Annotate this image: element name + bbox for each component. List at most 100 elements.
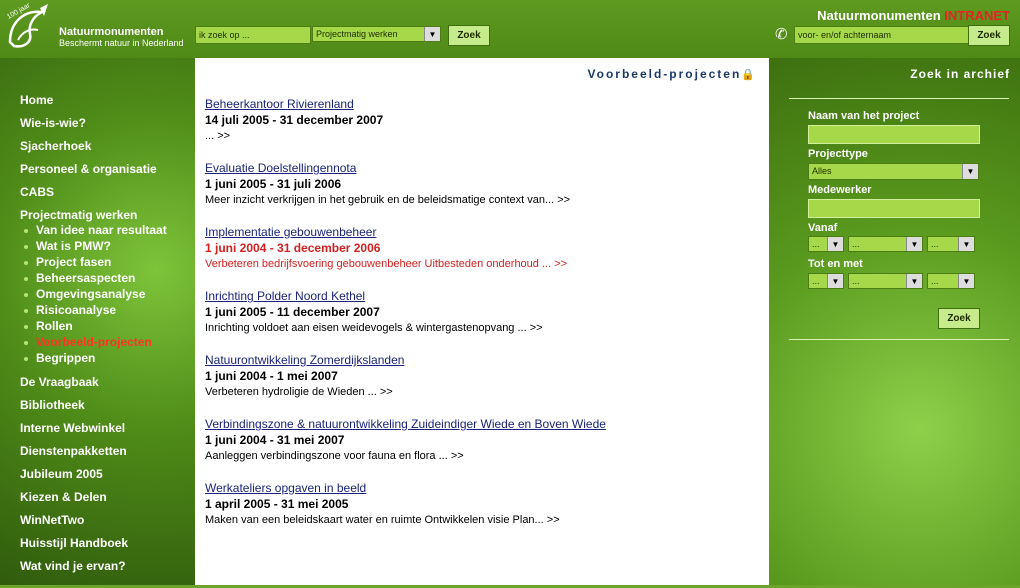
divider (789, 98, 1009, 99)
to-month-select[interactable]: ... ▼ (848, 273, 923, 289)
page-title-text: Voorbeeld-projecten (587, 67, 742, 81)
nav-home[interactable]: Home (20, 93, 53, 107)
search-scope-value: Projectmatig werken (316, 29, 398, 39)
select-value: ... (852, 276, 860, 286)
sub-nav-label: Van idee naar resultaat (36, 223, 167, 237)
project-desc[interactable]: Inrichting voldoet aan eisen weidevogels… (205, 322, 760, 334)
chevron-down-icon: ▼ (906, 274, 922, 288)
from-day-select[interactable]: ... ▼ (808, 236, 844, 252)
project-type-select[interactable]: Alles ▼ (808, 163, 979, 180)
project-link[interactable]: Beheerkantoor Rivierenland (205, 97, 760, 111)
project-desc[interactable]: Verbeteren hydroligie de Wieden ... >> (205, 386, 760, 398)
sub-nav-label: Beheersaspecten (36, 271, 136, 285)
sub-nav-van-idee[interactable]: Van idee naar resultaat (24, 223, 167, 237)
page-title: Voorbeeld-projecten🔒 (588, 67, 758, 81)
sub-nav-label: Voorbeeld-projecten (36, 335, 152, 349)
project-name-input[interactable] (808, 125, 980, 144)
sub-nav-omgevingsanalyse[interactable]: Omgevingsanalyse (24, 287, 145, 301)
divider (789, 339, 1009, 340)
to-label: Tot en met (808, 258, 863, 270)
lock-icon: 🔒 (741, 69, 757, 81)
nav-webwinkel[interactable]: Interne Webwinkel (20, 421, 125, 435)
main-content: Voorbeeld-projecten🔒 Beheerkantoor Rivie… (195, 58, 769, 588)
project-desc[interactable]: Maken van een beleidskaart water en ruim… (205, 514, 760, 526)
search-scope-select[interactable]: Projectmatig werken ▼ (312, 26, 441, 42)
chevron-down-icon: ▼ (958, 274, 974, 288)
project-link[interactable]: Implementatie gebouwenbeheer (205, 225, 760, 239)
project-link[interactable]: Inrichting Polder Noord Kethel (205, 289, 760, 303)
employee-input[interactable] (808, 199, 980, 218)
project-type-value: Alles (812, 166, 832, 176)
person-search-input[interactable] (794, 26, 970, 44)
project-link[interactable]: Werkateliers opgaven in beeld (205, 481, 760, 495)
sub-nav-project-fasen[interactable]: Project fasen (24, 255, 111, 269)
project-item: Werkateliers opgaven in beeld 1 april 20… (205, 481, 760, 526)
project-item: Verbindingszone & natuurontwikkeling Zui… (205, 417, 760, 462)
project-link[interactable]: Natuurontwikkeling Zomerdijkslanden (205, 353, 760, 367)
search-input[interactable] (195, 26, 311, 44)
employee-label: Medewerker (808, 184, 872, 196)
archive-search-button[interactable]: Zoek (938, 308, 980, 329)
project-dates: 1 juni 2005 - 11 december 2007 (205, 305, 380, 319)
search-button[interactable]: Zoek (448, 25, 490, 46)
sub-nav-voorbeeld-projecten[interactable]: Voorbeeld-projecten (24, 335, 152, 349)
logo-swirl-icon (8, 4, 48, 48)
project-link[interactable]: Evaluatie Doelstellingennota (205, 161, 760, 175)
sub-nav-rollen[interactable]: Rollen (24, 319, 73, 333)
chevron-down-icon: ▼ (958, 237, 974, 251)
nav-personeel[interactable]: Personeel & organisatie (20, 162, 157, 176)
nav-cabs[interactable]: CABS (20, 185, 54, 199)
brand-name: Natuurmonumenten (817, 8, 941, 23)
nav-feedback[interactable]: Wat vind je ervan? (20, 559, 126, 573)
project-desc[interactable]: Verbeteren bedrijfsvoering gebouwenbehee… (205, 258, 760, 270)
nav-sjacherhoek[interactable]: Sjacherhoek (20, 139, 91, 153)
project-dates: 1 juni 2004 - 31 mei 2007 (205, 433, 345, 447)
bullet-icon (24, 324, 28, 329)
select-value: ... (812, 239, 820, 249)
person-search-button[interactable]: Zoek (968, 25, 1010, 46)
from-label: Vanaf (808, 222, 838, 234)
project-dates: 1 april 2005 - 31 mei 2005 (205, 497, 349, 511)
project-desc[interactable]: Aanleggen verbindingszone voor fauna en … (205, 450, 760, 462)
phone-icon: ✆ (775, 26, 788, 43)
nav-bibliotheek[interactable]: Bibliotheek (20, 398, 85, 412)
nav-vraagbaak[interactable]: De Vraagbaak (20, 375, 99, 389)
nav-huisstijl[interactable]: Huisstijl Handboek (20, 536, 128, 550)
bullet-icon (24, 276, 28, 281)
nav-projectmatig-werken[interactable]: Projectmatig werken (20, 208, 137, 222)
project-item: Evaluatie Doelstellingennota 1 juni 2005… (205, 161, 760, 206)
sub-nav-label: Project fasen (36, 255, 112, 269)
project-desc[interactable]: Meer inzicht verkrijgen in het gebruik e… (205, 194, 760, 206)
brand-suffix: INTRANET (944, 8, 1010, 23)
logo[interactable]: 100 jaar Natuurmonumenten Beschermt natu… (4, 2, 194, 56)
header: 100 jaar Natuurmonumenten Beschermt natu… (0, 0, 1020, 58)
nav-dienstenpakketten[interactable]: Dienstenpakketten (20, 444, 127, 458)
sub-nav-label: Wat is PMW? (36, 239, 111, 253)
to-day-select[interactable]: ... ▼ (808, 273, 844, 289)
logo-tagline: Beschermt natuur in Nederland (59, 38, 184, 48)
bullet-icon (24, 308, 28, 313)
nav-kiezen-delen[interactable]: Kiezen & Delen (20, 490, 107, 504)
project-type-label: Projecttype (808, 148, 868, 160)
bullet-icon (24, 340, 28, 345)
from-month-select[interactable]: ... ▼ (848, 236, 923, 252)
nav-wie-is-wie[interactable]: Wie-is-wie? (20, 116, 86, 130)
project-link[interactable]: Verbindingszone & natuurontwikkeling Zui… (205, 417, 760, 431)
project-desc[interactable]: ... >> (205, 130, 760, 142)
select-value: ... (852, 239, 860, 249)
sub-nav-begrippen[interactable]: Begrippen (24, 351, 95, 365)
sub-nav-risicoanalyse[interactable]: Risicoanalyse (24, 303, 116, 317)
project-item: Implementatie gebouwenbeheer 1 juni 2004… (205, 225, 760, 270)
to-year-select[interactable]: ... ▼ (927, 273, 975, 289)
from-year-select[interactable]: ... ▼ (927, 236, 975, 252)
chevron-down-icon: ▼ (962, 164, 978, 179)
sub-nav-wat-is-pmw[interactable]: Wat is PMW? (24, 239, 111, 253)
nav-winnettwo[interactable]: WinNetTwo (20, 513, 84, 527)
nav-jubileum[interactable]: Jubileum 2005 (20, 467, 103, 481)
chevron-down-icon: ▼ (424, 27, 440, 41)
bullet-icon (24, 260, 28, 265)
sub-nav-beheersaspecten[interactable]: Beheersaspecten (24, 271, 135, 285)
sub-nav-label: Omgevingsanalyse (36, 287, 146, 301)
project-name-label: Naam van het project (808, 110, 920, 122)
select-value: ... (931, 276, 939, 286)
